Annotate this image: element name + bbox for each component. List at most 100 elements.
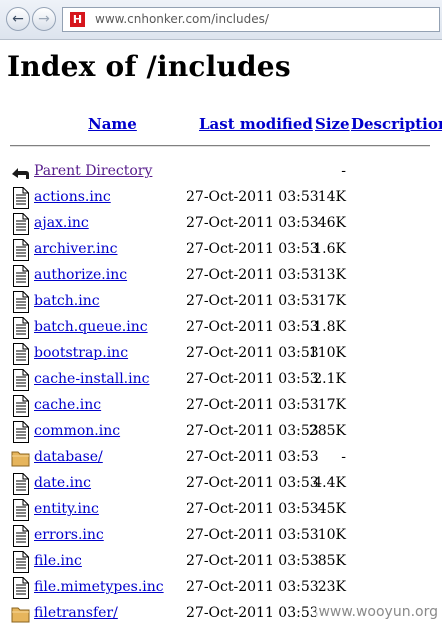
file-row: file.mimetypes.inc 27-Oct-2011 03:53 23K [0,577,442,601]
file-row: archiver.inc 27-Oct-2011 03:53 1.6K [0,239,442,263]
file-row: ajax.inc 27-Oct-2011 03:53 46K [0,213,442,237]
file-link[interactable]: batch.inc [34,293,100,309]
last-modified: 27-Oct-2011 03:53 [186,189,319,205]
last-modified: 27-Oct-2011 03:53 [186,475,319,491]
back-arrow-icon: ← [12,11,24,27]
file-icon [13,291,29,313]
file-size: - [341,449,346,465]
last-modified: 27-Oct-2011 03:53 [186,241,319,257]
file-icon [13,473,29,495]
file-size: 85K [317,553,346,569]
parent-directory-row: Parent Directory - [0,161,442,185]
file-row: errors.inc 27-Oct-2011 03:53 10K [0,525,442,549]
last-modified: 27-Oct-2011 03:53 [186,605,319,621]
watermark: www.wooyun.org [316,604,440,620]
last-modified: 27-Oct-2011 03:53 [186,579,319,595]
file-icon [13,577,29,599]
file-size: 17K [317,397,346,413]
last-modified: 27-Oct-2011 03:53 [186,527,319,543]
file-link[interactable]: date.inc [34,475,91,491]
parent-directory-link[interactable]: Parent Directory [34,163,152,179]
sort-by-name-link[interactable]: Name [88,115,137,133]
last-modified: 27-Oct-2011 03:53 [186,319,319,335]
file-size: 13K [317,267,346,283]
file-link[interactable]: database/ [34,449,103,465]
file-row: batch.queue.inc 27-Oct-2011 03:53 1.8K [0,317,442,341]
file-size: 2.1K [313,371,346,387]
file-size: 285K [308,423,346,439]
file-link[interactable]: entity.inc [34,501,99,517]
file-link[interactable]: ajax.inc [34,215,89,231]
file-row: actions.inc 27-Oct-2011 03:53 14K [0,187,442,211]
file-row: bootstrap.inc 27-Oct-2011 03:53 110K [0,343,442,367]
file-icon [13,343,29,365]
file-row: database/27-Oct-2011 03:53 - [0,447,442,471]
last-modified: 27-Oct-2011 03:53 [186,215,319,231]
file-link[interactable]: file.mimetypes.inc [34,579,164,595]
browser-toolbar: ← → H www.cnhonker.com/includes/ [0,0,442,40]
sort-by-size-link[interactable]: Size [315,115,350,133]
file-size: 17K [317,293,346,309]
file-icon [13,395,29,417]
file-size: - [341,163,346,179]
file-link[interactable]: batch.queue.inc [34,319,148,335]
file-icon [13,317,29,339]
file-icon [13,239,29,261]
sort-by-description-link[interactable]: Description [351,115,442,133]
file-size: 45K [317,501,346,517]
file-icon [13,421,29,443]
last-modified: 27-Oct-2011 03:53 [186,397,319,413]
file-link[interactable]: file.inc [34,553,82,569]
last-modified: 27-Oct-2011 03:53 [186,423,319,439]
file-row: authorize.inc 27-Oct-2011 03:53 13K [0,265,442,289]
file-link[interactable]: authorize.inc [34,267,127,283]
last-modified: 27-Oct-2011 03:53 [186,371,319,387]
file-icon [13,499,29,521]
last-modified: 27-Oct-2011 03:53 [186,293,319,309]
file-link[interactable]: bootstrap.inc [34,345,128,361]
page-title: Index of /includes [7,50,291,83]
file-size: 14K [317,189,346,205]
file-size: 46K [317,215,346,231]
file-row: common.inc 27-Oct-2011 03:53 285K [0,421,442,445]
last-modified: 27-Oct-2011 03:53 [186,449,319,465]
file-link[interactable]: cache.inc [34,397,101,413]
last-modified: 27-Oct-2011 03:53 [186,267,319,283]
file-size: 1.6K [313,241,346,257]
file-link[interactable]: actions.inc [34,189,111,205]
file-size: 10K [317,527,346,543]
file-link[interactable]: archiver.inc [34,241,118,257]
file-icon [13,213,29,235]
back-folder-icon [12,168,29,179]
sort-by-last-modified-link[interactable]: Last modified [199,115,313,133]
file-link[interactable]: common.inc [34,423,120,439]
file-icon [13,265,29,287]
folder-icon [11,451,30,467]
forward-button[interactable]: → [32,7,56,31]
file-size: 1.8K [313,319,346,335]
file-icon [13,551,29,573]
file-row: batch.inc 27-Oct-2011 03:53 17K [0,291,442,315]
file-icon [13,369,29,391]
last-modified: 27-Oct-2011 03:53 [186,345,319,361]
file-icon [13,525,29,547]
url-text[interactable]: www.cnhonker.com/includes/ [95,12,269,26]
header-divider [10,145,430,147]
forward-arrow-icon: → [38,11,50,27]
address-bar[interactable]: H www.cnhonker.com/includes/ [62,7,440,32]
file-link[interactable]: errors.inc [34,527,104,543]
file-row: entity.inc 27-Oct-2011 03:53 45K [0,499,442,523]
file-row: cache.inc 27-Oct-2011 03:53 17K [0,395,442,419]
cnhonker-favicon-icon: H [70,12,85,27]
last-modified: 27-Oct-2011 03:53 [186,501,319,517]
file-row: cache-install.inc 27-Oct-2011 03:53 2.1K [0,369,442,393]
file-link[interactable]: cache-install.inc [34,371,149,387]
file-row: file.inc 27-Oct-2011 03:53 85K [0,551,442,575]
back-button[interactable]: ← [6,7,30,31]
file-link[interactable]: filetransfer/ [34,605,118,621]
file-row: date.inc 27-Oct-2011 03:53 4.4K [0,473,442,497]
file-size: 110K [308,345,346,361]
file-icon [13,187,29,209]
file-size: 4.4K [313,475,346,491]
last-modified: 27-Oct-2011 03:53 [186,553,319,569]
